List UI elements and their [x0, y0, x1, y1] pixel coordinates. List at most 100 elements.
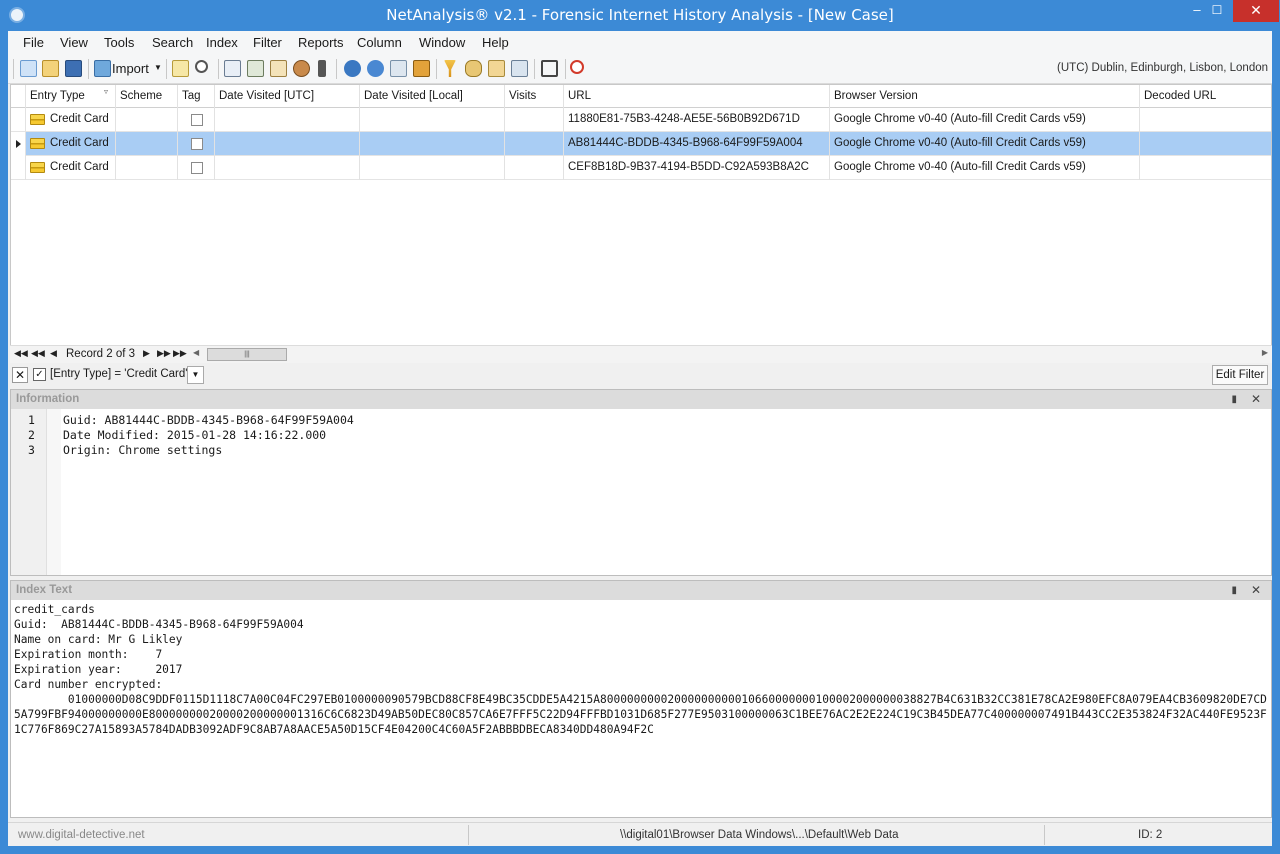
status-divider	[468, 825, 469, 845]
table-row[interactable]: Credit Card 11880E81-75B3-4248-AE5E-56B0…	[11, 108, 1271, 132]
filter-enabled-checkbox[interactable]: ✓	[33, 368, 46, 381]
info-line-guid: Guid: AB81444C-BDDB-4345-B968-64F99F59A0…	[63, 413, 354, 427]
filter-icon[interactable]	[444, 60, 456, 77]
import-dropdown-icon[interactable]: ▼	[154, 63, 162, 72]
menu-help[interactable]: Help	[482, 35, 509, 50]
title-bar[interactable]: NetAnalysis® v2.1 - Forensic Internet Hi…	[0, 0, 1280, 31]
pin-icon[interactable]: ▮	[1231, 390, 1237, 409]
grid-view-icon[interactable]	[224, 60, 241, 77]
globe-icon[interactable]	[344, 60, 361, 77]
cell-scheme	[116, 156, 178, 180]
previous-record-button[interactable]: ◀	[50, 348, 57, 359]
fold-margin	[47, 409, 61, 575]
search-icon[interactable]	[195, 60, 208, 73]
column-date-visited-utc[interactable]: Date Visited [UTC]	[215, 85, 360, 108]
next-page-button[interactable]: ▶▶	[157, 348, 171, 359]
window-title: NetAnalysis® v2.1 - Forensic Internet Hi…	[386, 6, 894, 24]
menu-reports[interactable]: Reports	[298, 35, 344, 50]
cell-date-local	[360, 108, 505, 132]
first-record-button[interactable]: ◀◀	[14, 348, 28, 359]
column-entry-type[interactable]: Entry Type	[26, 85, 116, 108]
tag-checkbox[interactable]	[191, 114, 203, 126]
close-button[interactable]: ✕	[1233, 0, 1279, 22]
menu-tools[interactable]: Tools	[104, 35, 134, 50]
cell-date-utc	[215, 108, 360, 132]
clear-filter-button[interactable]: ✕	[12, 367, 28, 383]
new-case-icon[interactable]	[20, 60, 37, 77]
row-selector[interactable]	[11, 156, 26, 180]
columns-icon[interactable]	[511, 60, 528, 77]
power-icon[interactable]	[570, 60, 584, 74]
cell-date-local	[360, 132, 505, 156]
cell-entry-type: Credit Card	[26, 132, 116, 156]
import-button[interactable]: Import	[112, 61, 149, 76]
close-icon[interactable]: ✕	[1251, 390, 1261, 409]
record-navigator: ◀◀ ◀◀ ◀ Record 2 of 3 ▶ ▶▶ ▶▶ ◀ ||| ▶	[10, 345, 1272, 363]
column-date-visited-local[interactable]: Date Visited [Local]	[360, 85, 505, 108]
scroll-right-icon[interactable]: ▶	[1262, 348, 1268, 357]
column-visits[interactable]: Visits	[505, 85, 564, 108]
document-icon[interactable]	[270, 60, 287, 77]
bookmark-icon[interactable]	[318, 60, 326, 77]
open-folder-icon[interactable]	[42, 60, 59, 77]
client-area: File View Tools Search Index Filter Repo…	[8, 31, 1272, 846]
maximize-button[interactable]: ☐	[1203, 0, 1231, 22]
database-icon[interactable]	[465, 60, 482, 77]
credit-card-icon	[30, 114, 45, 125]
save-icon[interactable]	[65, 60, 82, 77]
pin-icon[interactable]: ▮	[1231, 581, 1237, 600]
menu-view[interactable]: View	[60, 35, 88, 50]
column-browser-version[interactable]: Browser Version	[830, 85, 1140, 108]
close-icon[interactable]: ✕	[1251, 581, 1261, 600]
menu-filter[interactable]: Filter	[253, 35, 282, 50]
table-row[interactable]: Credit Card CEF8B18D-9B37-4194-B5DD-C92A…	[11, 156, 1271, 180]
history-grid[interactable]: Entry Type Scheme Tag Date Visited [UTC]…	[10, 84, 1272, 374]
last-record-button[interactable]: ▶▶	[173, 348, 187, 359]
tag-checkbox[interactable]	[191, 138, 203, 150]
pages-icon[interactable]	[390, 60, 407, 77]
row-selector[interactable]	[11, 132, 26, 156]
column-url[interactable]: URL	[564, 85, 830, 108]
info-line-date-modified: Date Modified: 2015-01-28 14:16:22.000	[63, 428, 327, 442]
report-icon[interactable]	[488, 60, 505, 77]
scrollbar-thumb[interactable]: |||	[207, 348, 287, 361]
menu-file[interactable]: File	[23, 35, 44, 50]
cell-url: AB81444C-BDDB-4345-B968-64F99F59A004	[564, 132, 830, 156]
horizontal-scrollbar[interactable]: ◀ ||| ▶	[193, 348, 1268, 361]
menu-column[interactable]: Column	[357, 35, 402, 50]
column-scheme[interactable]: Scheme	[116, 85, 178, 108]
next-record-button[interactable]: ▶	[143, 348, 150, 359]
menu-search[interactable]: Search	[152, 35, 193, 50]
cell-browser-version: Google Chrome v0-40 (Auto-fill Credit Ca…	[830, 132, 1140, 156]
cell-url: 11880E81-75B3-4248-AE5E-56B0B92D671D	[564, 108, 830, 132]
edit-filter-button[interactable]: Edit Filter	[1212, 365, 1268, 385]
index-text-content[interactable]: credit_cards Guid: AB81444C-BDDB-4345-B9…	[14, 602, 1270, 737]
previous-page-button[interactable]: ◀◀	[31, 348, 45, 359]
globe-refresh-icon[interactable]	[367, 60, 384, 77]
picture-view-icon[interactable]	[247, 60, 264, 77]
menu-window[interactable]: Window	[419, 35, 465, 50]
toolbar-separator	[565, 59, 566, 79]
tag-checkbox[interactable]	[191, 162, 203, 174]
tools-icon[interactable]	[541, 60, 558, 77]
scroll-left-icon[interactable]: ◀	[193, 348, 199, 357]
credit-card-icon	[30, 138, 45, 149]
filter-history-dropdown[interactable]: ▼	[187, 366, 204, 384]
panel-title: Index Text	[16, 584, 73, 596]
image-icon[interactable]	[413, 60, 430, 77]
table-row-selected[interactable]: Credit Card AB81444C-BDDB-4345-B968-64F9…	[11, 132, 1271, 156]
filter-bar: ✕ ✓ [Entry Type] = 'Credit Card' ▼ Edit …	[10, 363, 1272, 387]
column-tag[interactable]: Tag	[178, 85, 215, 108]
properties-icon[interactable]	[172, 60, 189, 77]
cell-decoded-url	[1140, 132, 1271, 156]
cookie-icon[interactable]	[293, 60, 310, 77]
file-path-label: \\digital01\Browser Data Windows\...\Def…	[620, 829, 899, 841]
toolbar-separator	[218, 59, 219, 79]
column-decoded-url[interactable]: Decoded URL	[1140, 85, 1271, 108]
import-icon[interactable]	[94, 60, 111, 77]
filter-expression: [Entry Type] = 'Credit Card'	[50, 368, 188, 380]
toolbar-separator	[88, 59, 89, 79]
row-selector[interactable]	[11, 108, 26, 132]
filter-funnel-icon[interactable]: ▿	[104, 87, 108, 96]
menu-index[interactable]: Index	[206, 35, 238, 50]
